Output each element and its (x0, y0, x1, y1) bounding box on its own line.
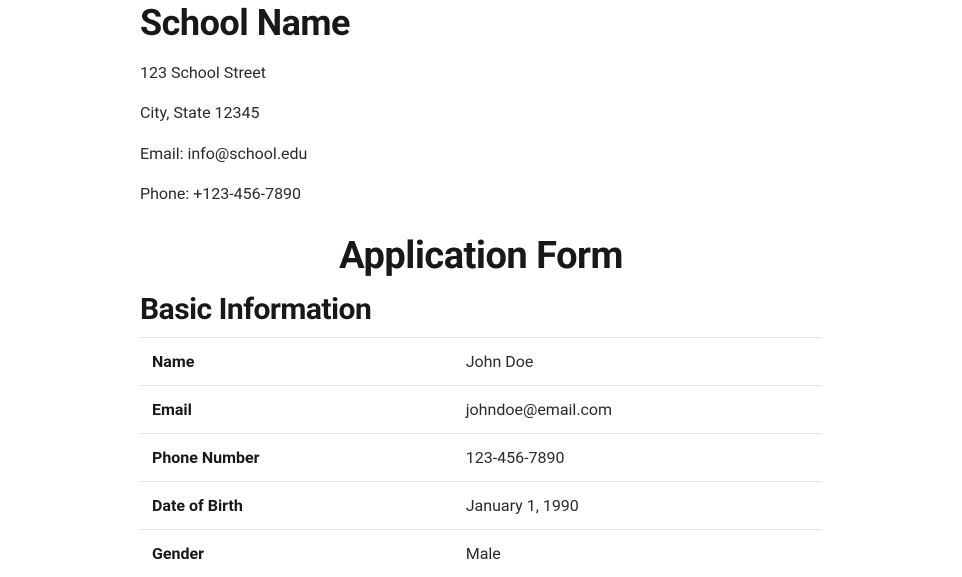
table-row: Email johndoe@email.com (140, 385, 822, 433)
section-title-basic-info: Basic Information (140, 292, 822, 327)
field-label-dob: Date of Birth (140, 481, 454, 529)
form-title: Application Form (140, 234, 822, 278)
school-name-heading: School Name (140, 2, 822, 44)
field-label-phone: Phone Number (140, 433, 454, 481)
school-email: Email: info@school.edu (140, 143, 822, 165)
field-label-email: Email (140, 385, 454, 433)
table-row: Name John Doe (140, 337, 822, 385)
school-phone: Phone: +123-456-7890 (140, 183, 822, 205)
table-row: Date of Birth January 1, 1990 (140, 481, 822, 529)
field-value-dob: January 1, 1990 (454, 481, 822, 529)
field-value-phone: 123-456-7890 (454, 433, 822, 481)
field-value-gender: Male (454, 529, 822, 577)
table-row: Phone Number 123-456-7890 (140, 433, 822, 481)
table-row: Gender Male (140, 529, 822, 577)
school-info-block: 123 School Street City, State 12345 Emai… (140, 62, 822, 206)
field-value-email: johndoe@email.com (454, 385, 822, 433)
page-container: School Name 123 School Street City, Stat… (0, 2, 962, 577)
basic-info-table: Name John Doe Email johndoe@email.com Ph… (140, 337, 822, 577)
school-address-line2: City, State 12345 (140, 102, 822, 124)
field-value-name: John Doe (454, 337, 822, 385)
field-label-gender: Gender (140, 529, 454, 577)
field-label-name: Name (140, 337, 454, 385)
school-address-line1: 123 School Street (140, 62, 822, 84)
